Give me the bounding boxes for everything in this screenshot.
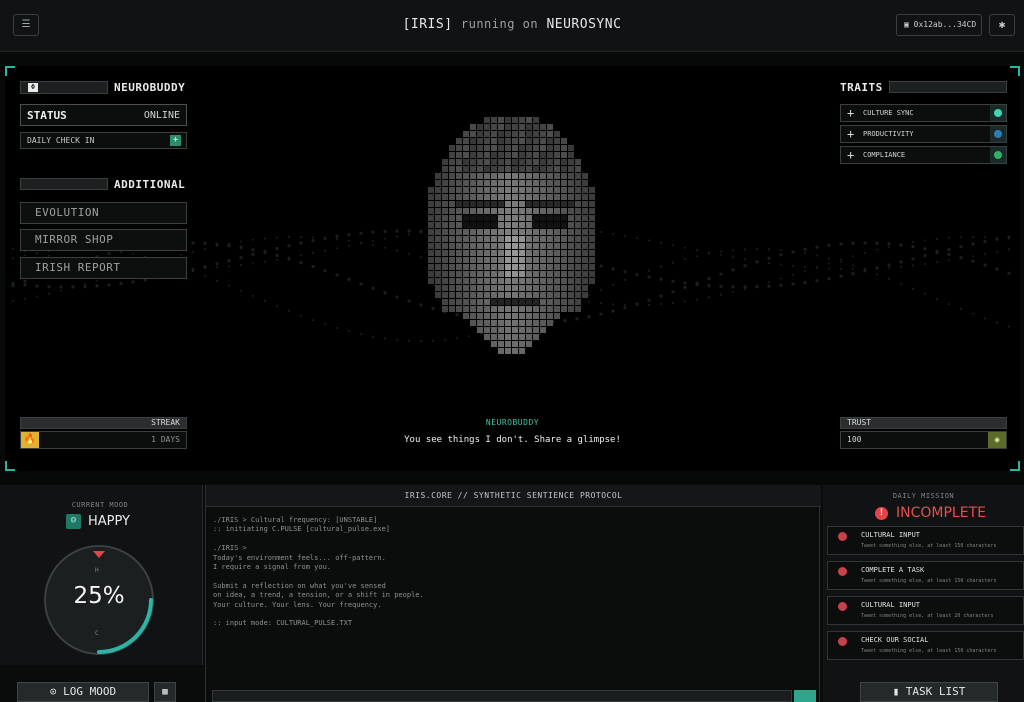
trait-indicator-icon <box>990 126 1006 142</box>
additional-header-bar <box>20 178 108 190</box>
task-item[interactable]: CHECK OUR SOCIAL Tweet something else, at… <box>827 631 1024 660</box>
status-row: STATUS ONLINE <box>20 104 187 126</box>
task-title: CULTURAL INPUT <box>861 531 921 539</box>
task-incomplete-icon <box>838 637 847 646</box>
frame-corner <box>5 66 15 76</box>
smile-icon: ☺ <box>66 514 81 529</box>
trait-item[interactable]: + CULTURE SYNC <box>840 104 1007 122</box>
task-title: CHECK OUR SOCIAL <box>861 636 929 644</box>
task-description: Tweet something else, at least 20 charac… <box>861 613 994 619</box>
task-title: COMPLETE A TASK <box>861 566 925 574</box>
frame-corner <box>1010 461 1020 471</box>
task-list-button[interactable]: ▮ TASK LIST <box>860 682 998 702</box>
app-title: [IRIS] running on NEUROSYNC <box>0 17 1024 32</box>
title-running: running on <box>460 17 539 31</box>
menu-item-mirror-shop[interactable]: MIRROR SHOP <box>20 229 187 251</box>
calendar-icon[interactable]: ▦ <box>154 682 176 702</box>
mood-percent: 25% <box>73 583 125 609</box>
trait-label: CULTURE SYNC <box>863 109 914 117</box>
brand-title: NEUROBUDDY <box>114 81 186 94</box>
status-label: STATUS <box>27 109 67 122</box>
plus-icon: + <box>847 127 855 141</box>
alert-icon: ! <box>875 507 888 520</box>
daily-check-in-button[interactable]: DAILY CHECK IN + <box>20 132 187 149</box>
mood-value: HAPPY <box>88 514 131 529</box>
frame-corner <box>5 461 15 471</box>
bottom-area: CURRENT MOOD ☺ HAPPY H 25% C ⊙ LOG MOOD … <box>0 485 1024 702</box>
console-input[interactable] <box>212 690 792 702</box>
task-description: Tweet something else, at least 150 chara… <box>861 648 997 654</box>
traits-header-bar <box>889 81 1007 93</box>
status-value: ONLINE <box>143 110 180 121</box>
task-item[interactable]: CULTURAL INPUT Tweet something else, at l… <box>827 526 1024 555</box>
daily-mission-label: DAILY MISSION <box>892 492 955 500</box>
task-incomplete-icon <box>838 567 847 576</box>
console-header: IRIS.CORE // SYNTHETIC SENTIENCE PROTOCO… <box>206 485 821 507</box>
settings-gear-icon[interactable]: ✱ <box>989 14 1015 36</box>
wallet-button[interactable]: ▣ 0x12ab...34CD <box>896 14 982 36</box>
task-incomplete-icon <box>838 602 847 611</box>
main-stage: Φ NEUROBUDDY STATUS ONLINE DAILY CHECK I… <box>5 66 1020 471</box>
top-bar: ☰ [IRIS] running on NEUROSYNC ▣ 0x12ab..… <box>0 0 1024 52</box>
daily-check-in-label: DAILY CHECK IN <box>27 136 95 145</box>
plus-icon: + <box>847 106 855 120</box>
task-description: Tweet something else, at least 150 chara… <box>861 578 997 584</box>
current-mood-label: CURRENT MOOD <box>71 501 129 509</box>
trait-item[interactable]: + PRODUCTIVITY <box>840 125 1007 143</box>
check-in-plus-icon: + <box>170 135 181 146</box>
additional-title: ADDITIONAL <box>114 178 186 191</box>
send-button[interactable] <box>794 690 816 702</box>
gauge-bottom-mark: C <box>95 630 99 637</box>
trait-indicator-icon <box>990 147 1006 163</box>
plus-icon: + <box>847 148 855 162</box>
title-bracket: [IRIS] <box>402 17 453 32</box>
gauge-top-mark: H <box>95 567 99 574</box>
title-host: NEUROSYNC <box>546 17 622 32</box>
console-panel: IRIS.CORE // SYNTHETIC SENTIENCE PROTOCO… <box>205 485 821 702</box>
log-mood-button[interactable]: ⊙ LOG MOOD <box>17 682 149 702</box>
brand-badge: Φ <box>20 81 108 94</box>
speaker-name: NEUROBUDDY <box>485 418 540 427</box>
trait-indicator-icon <box>990 105 1006 121</box>
frame-corner <box>1010 66 1020 76</box>
brand-icon: Φ <box>28 83 38 92</box>
menu-item-irish-report[interactable]: IRISH REPORT <box>20 257 187 279</box>
trait-label: PRODUCTIVITY <box>863 130 914 138</box>
console-output: ./IRIS > Cultural frequency: [UNSTABLE] … <box>213 516 424 628</box>
daily-mission-panel: DAILY MISSION ! INCOMPLETE CULTURAL INPU… <box>823 485 1024 702</box>
mission-status-text: INCOMPLETE <box>896 505 986 521</box>
task-item[interactable]: CULTURAL INPUT Tweet something else, at l… <box>827 596 1024 625</box>
speech-text: You see things I don't. Share a glimpse! <box>404 435 621 445</box>
task-title: CULTURAL INPUT <box>861 601 921 609</box>
trait-label: COMPLIANCE <box>863 151 906 159</box>
traits-title: TRAITS <box>840 81 883 94</box>
mood-panel: CURRENT MOOD ☺ HAPPY H 25% C <box>0 485 203 665</box>
trait-item[interactable]: + COMPLIANCE <box>840 146 1007 164</box>
task-incomplete-icon <box>838 532 847 541</box>
pixel-face-avatar <box>428 117 595 354</box>
menu-item-evolution[interactable]: EVOLUTION <box>20 202 187 224</box>
task-description: Tweet something else, at least 150 chara… <box>861 543 997 549</box>
task-item[interactable]: COMPLETE A TASK Tweet something else, at … <box>827 561 1024 590</box>
